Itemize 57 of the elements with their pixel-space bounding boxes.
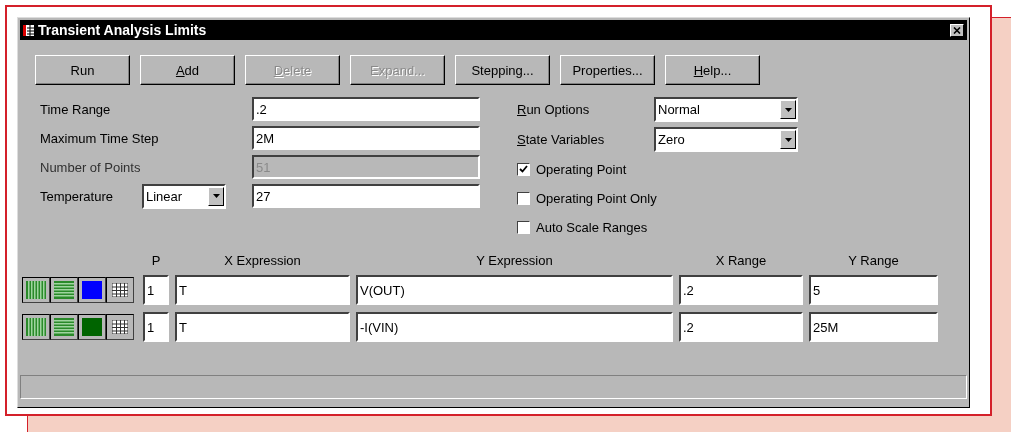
table-cell-field[interactable]: .2 [679,275,803,305]
mode-dropdown[interactable]: Linear [142,183,226,209]
column-header: X Range [714,253,768,268]
input-field[interactable]: 27 [252,184,480,208]
toolbar-button[interactable]: Help... [665,55,760,85]
checkbox[interactable] [517,220,530,234]
table-cell-field[interactable]: .2 [679,312,803,342]
vertical-lines-icon [26,281,46,299]
input-field[interactable]: 2M [252,126,480,150]
checkbox[interactable] [517,162,530,176]
window-title: Transient Analysis Limits [38,22,208,38]
table-cell-field[interactable]: 5 [809,275,938,305]
toolbar-button[interactable]: Properties... [560,55,655,85]
input-field[interactable]: .2 [252,97,480,121]
dropdown-field[interactable]: Zero [654,127,798,152]
checkbox-label: Auto Scale Ranges [536,219,648,235]
horizontal-lines-icon [54,318,74,336]
pattern-button[interactable] [106,277,134,303]
column-header: X Expression [223,253,302,268]
toolbar-button[interactable]: Stepping... [455,55,550,85]
pattern-button[interactable] [22,277,50,303]
checkbox-label: Operating Point [536,161,627,177]
checkbox[interactable] [517,191,530,205]
table-cell-field[interactable]: 25M [809,312,938,342]
grid-icon [112,320,128,334]
field-label: Run Options [517,102,591,117]
field-label: Time Range [40,101,112,117]
close-icon [953,26,961,34]
dropdown-arrow-icon [784,107,792,112]
horizontal-lines-icon [54,281,74,299]
grid-icon [112,283,128,297]
dropdown-field[interactable]: Normal [654,97,798,122]
field-label: Number of Points [40,159,142,175]
pattern-button[interactable] [22,314,50,340]
column-header: Y Range [847,253,900,268]
field-label: Temperature [40,188,114,204]
close-button[interactable] [950,23,964,37]
pattern-button[interactable] [50,277,78,303]
pattern-button[interactable] [106,314,134,340]
table-cell-field[interactable]: 1 [143,312,169,342]
toolbar-button[interactable]: Add [140,55,235,85]
table-cell-field[interactable]: 1 [143,275,169,305]
vertical-lines-icon [26,318,46,336]
table-cell-field[interactable]: T [175,312,350,342]
dropdown-arrow-icon [784,137,792,142]
dropdown-arrow-icon [212,194,220,198]
column-header: P [150,253,162,268]
field-label: State Variables [517,132,606,147]
toolbar-button[interactable]: Run [35,55,130,85]
table-cell-field[interactable]: V(OUT) [356,275,673,305]
pattern-button[interactable] [50,314,78,340]
app-icon [23,24,34,36]
column-header: Y Expression [475,253,554,268]
table-cell-field[interactable]: -I(VIN) [356,312,673,342]
checkbox-label: Operating Point Only [536,190,657,206]
field-label: Maximum Time Step [40,130,160,146]
table-cell-field[interactable]: T [175,275,350,305]
